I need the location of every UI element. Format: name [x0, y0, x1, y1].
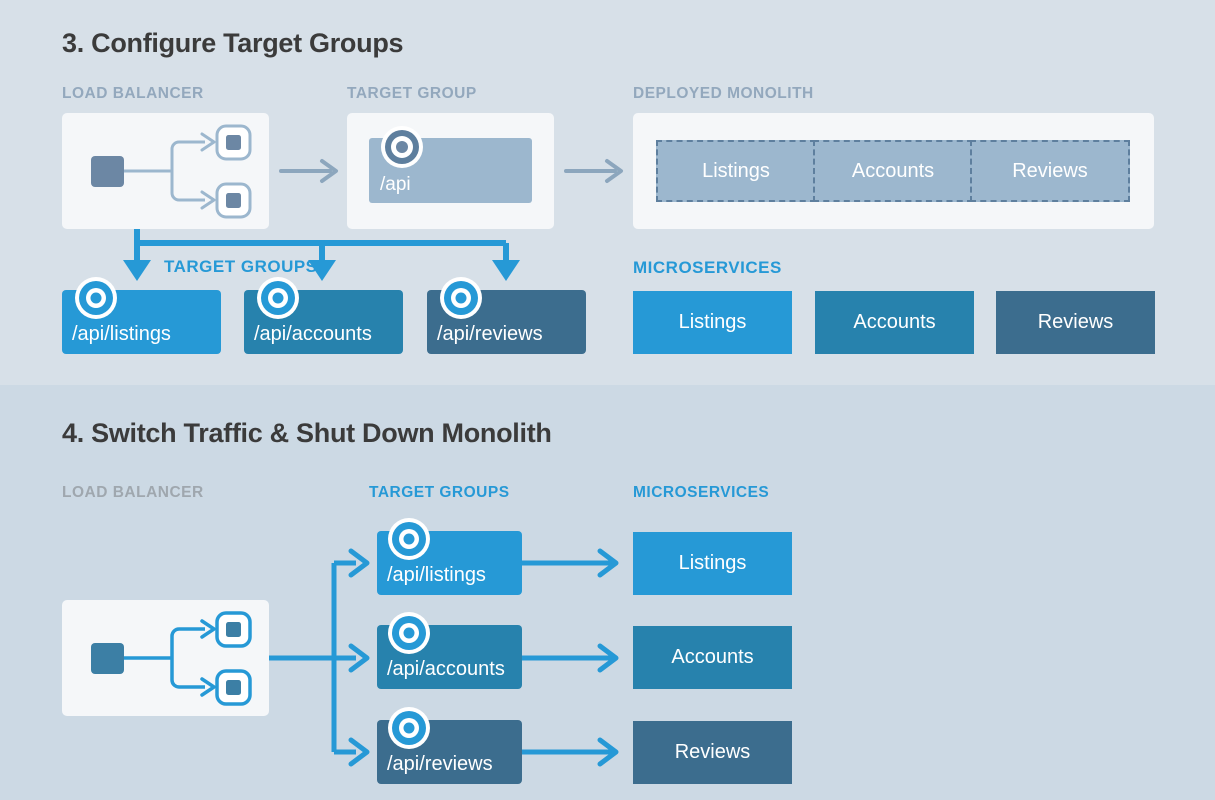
bullseye-icon-reviews-s4	[388, 707, 430, 749]
microservice-box-reviews-s4[interactable]: Reviews	[633, 721, 792, 784]
label-target-groups-s4: TARGET GROUPS	[369, 484, 510, 501]
target-group-chip-reviews-s3[interactable]: /api/reviews	[427, 277, 586, 354]
target-group-path-reviews-s3: /api/reviews	[437, 323, 543, 345]
label-load-balancer-s4: LOAD BALANCER	[62, 484, 204, 501]
deployed-monolith-card[interactable]: Listings Accounts Reviews	[633, 113, 1154, 229]
monolith-segment-reviews: Reviews	[970, 140, 1130, 202]
bullseye-icon-accounts-s3	[257, 277, 299, 319]
target-group-path-listings-s4: /api/listings	[387, 564, 486, 586]
target-group-chip-accounts-s3[interactable]: /api/accounts	[244, 277, 403, 354]
bullseye-icon-reviews-s3	[440, 277, 482, 319]
load-balancer-card-s4[interactable]	[62, 600, 269, 716]
target-group-path-accounts-s3: /api/accounts	[254, 323, 372, 345]
section-4-title: 4. Switch Traffic & Shut Down Monolith	[62, 418, 552, 448]
label-load-balancer-s3: LOAD BALANCER	[62, 85, 204, 102]
label-deployed-monolith: DEPLOYED MONOLITH	[633, 85, 814, 102]
target-group-card-s3[interactable]: /api	[347, 113, 554, 229]
target-group-path-listings-s3: /api/listings	[72, 323, 171, 345]
section-switch-traffic: 4. Switch Traffic & Shut Down Monolith L…	[0, 385, 1215, 800]
microservice-box-accounts-s3[interactable]: Accounts	[815, 291, 974, 354]
target-group-path-accounts-s4: /api/accounts	[387, 658, 505, 680]
section-3-title: 3. Configure Target Groups	[62, 28, 404, 58]
bullseye-icon-target-group-s3	[381, 126, 423, 168]
target-group-chip-accounts-s4[interactable]: /api/accounts	[377, 612, 522, 689]
load-balancer-card-s3[interactable]	[62, 113, 269, 229]
bullseye-icon-listings-s4	[388, 518, 430, 560]
load-balancer-icon-s4	[91, 611, 252, 706]
bullseye-icon-listings-s3	[75, 277, 117, 319]
target-group-chip-listings-s4[interactable]: /api/listings	[377, 518, 522, 595]
target-group-path-s3: /api	[380, 174, 411, 195]
monolith-segment-accounts: Accounts	[813, 140, 973, 202]
diagram-page: 3. Configure Target Groups LOAD BALANCER…	[0, 0, 1215, 800]
target-group-path-reviews-s4: /api/reviews	[387, 753, 493, 775]
section-configure-target-groups: 3. Configure Target Groups LOAD BALANCER…	[0, 0, 1215, 385]
microservice-box-reviews-s3[interactable]: Reviews	[996, 291, 1155, 354]
target-group-chip-reviews-s4[interactable]: /api/reviews	[377, 707, 522, 784]
target-group-chip-listings-s3[interactable]: /api/listings	[62, 277, 221, 354]
microservice-box-accounts-s4[interactable]: Accounts	[633, 626, 792, 689]
monolith-segment-listings: Listings	[656, 140, 816, 202]
microservice-box-listings-s3[interactable]: Listings	[633, 291, 792, 354]
load-balancer-icon-s3	[91, 124, 252, 219]
microservice-box-listings-s4[interactable]: Listings	[633, 532, 792, 595]
label-target-group-s3: TARGET GROUP	[347, 85, 477, 102]
label-microservices-s3: MICROSERVICES	[633, 258, 782, 277]
label-microservices-s4: MICROSERVICES	[633, 484, 770, 501]
label-target-groups-s3: TARGET GROUPS	[164, 257, 318, 276]
bullseye-icon-accounts-s4	[388, 612, 430, 654]
